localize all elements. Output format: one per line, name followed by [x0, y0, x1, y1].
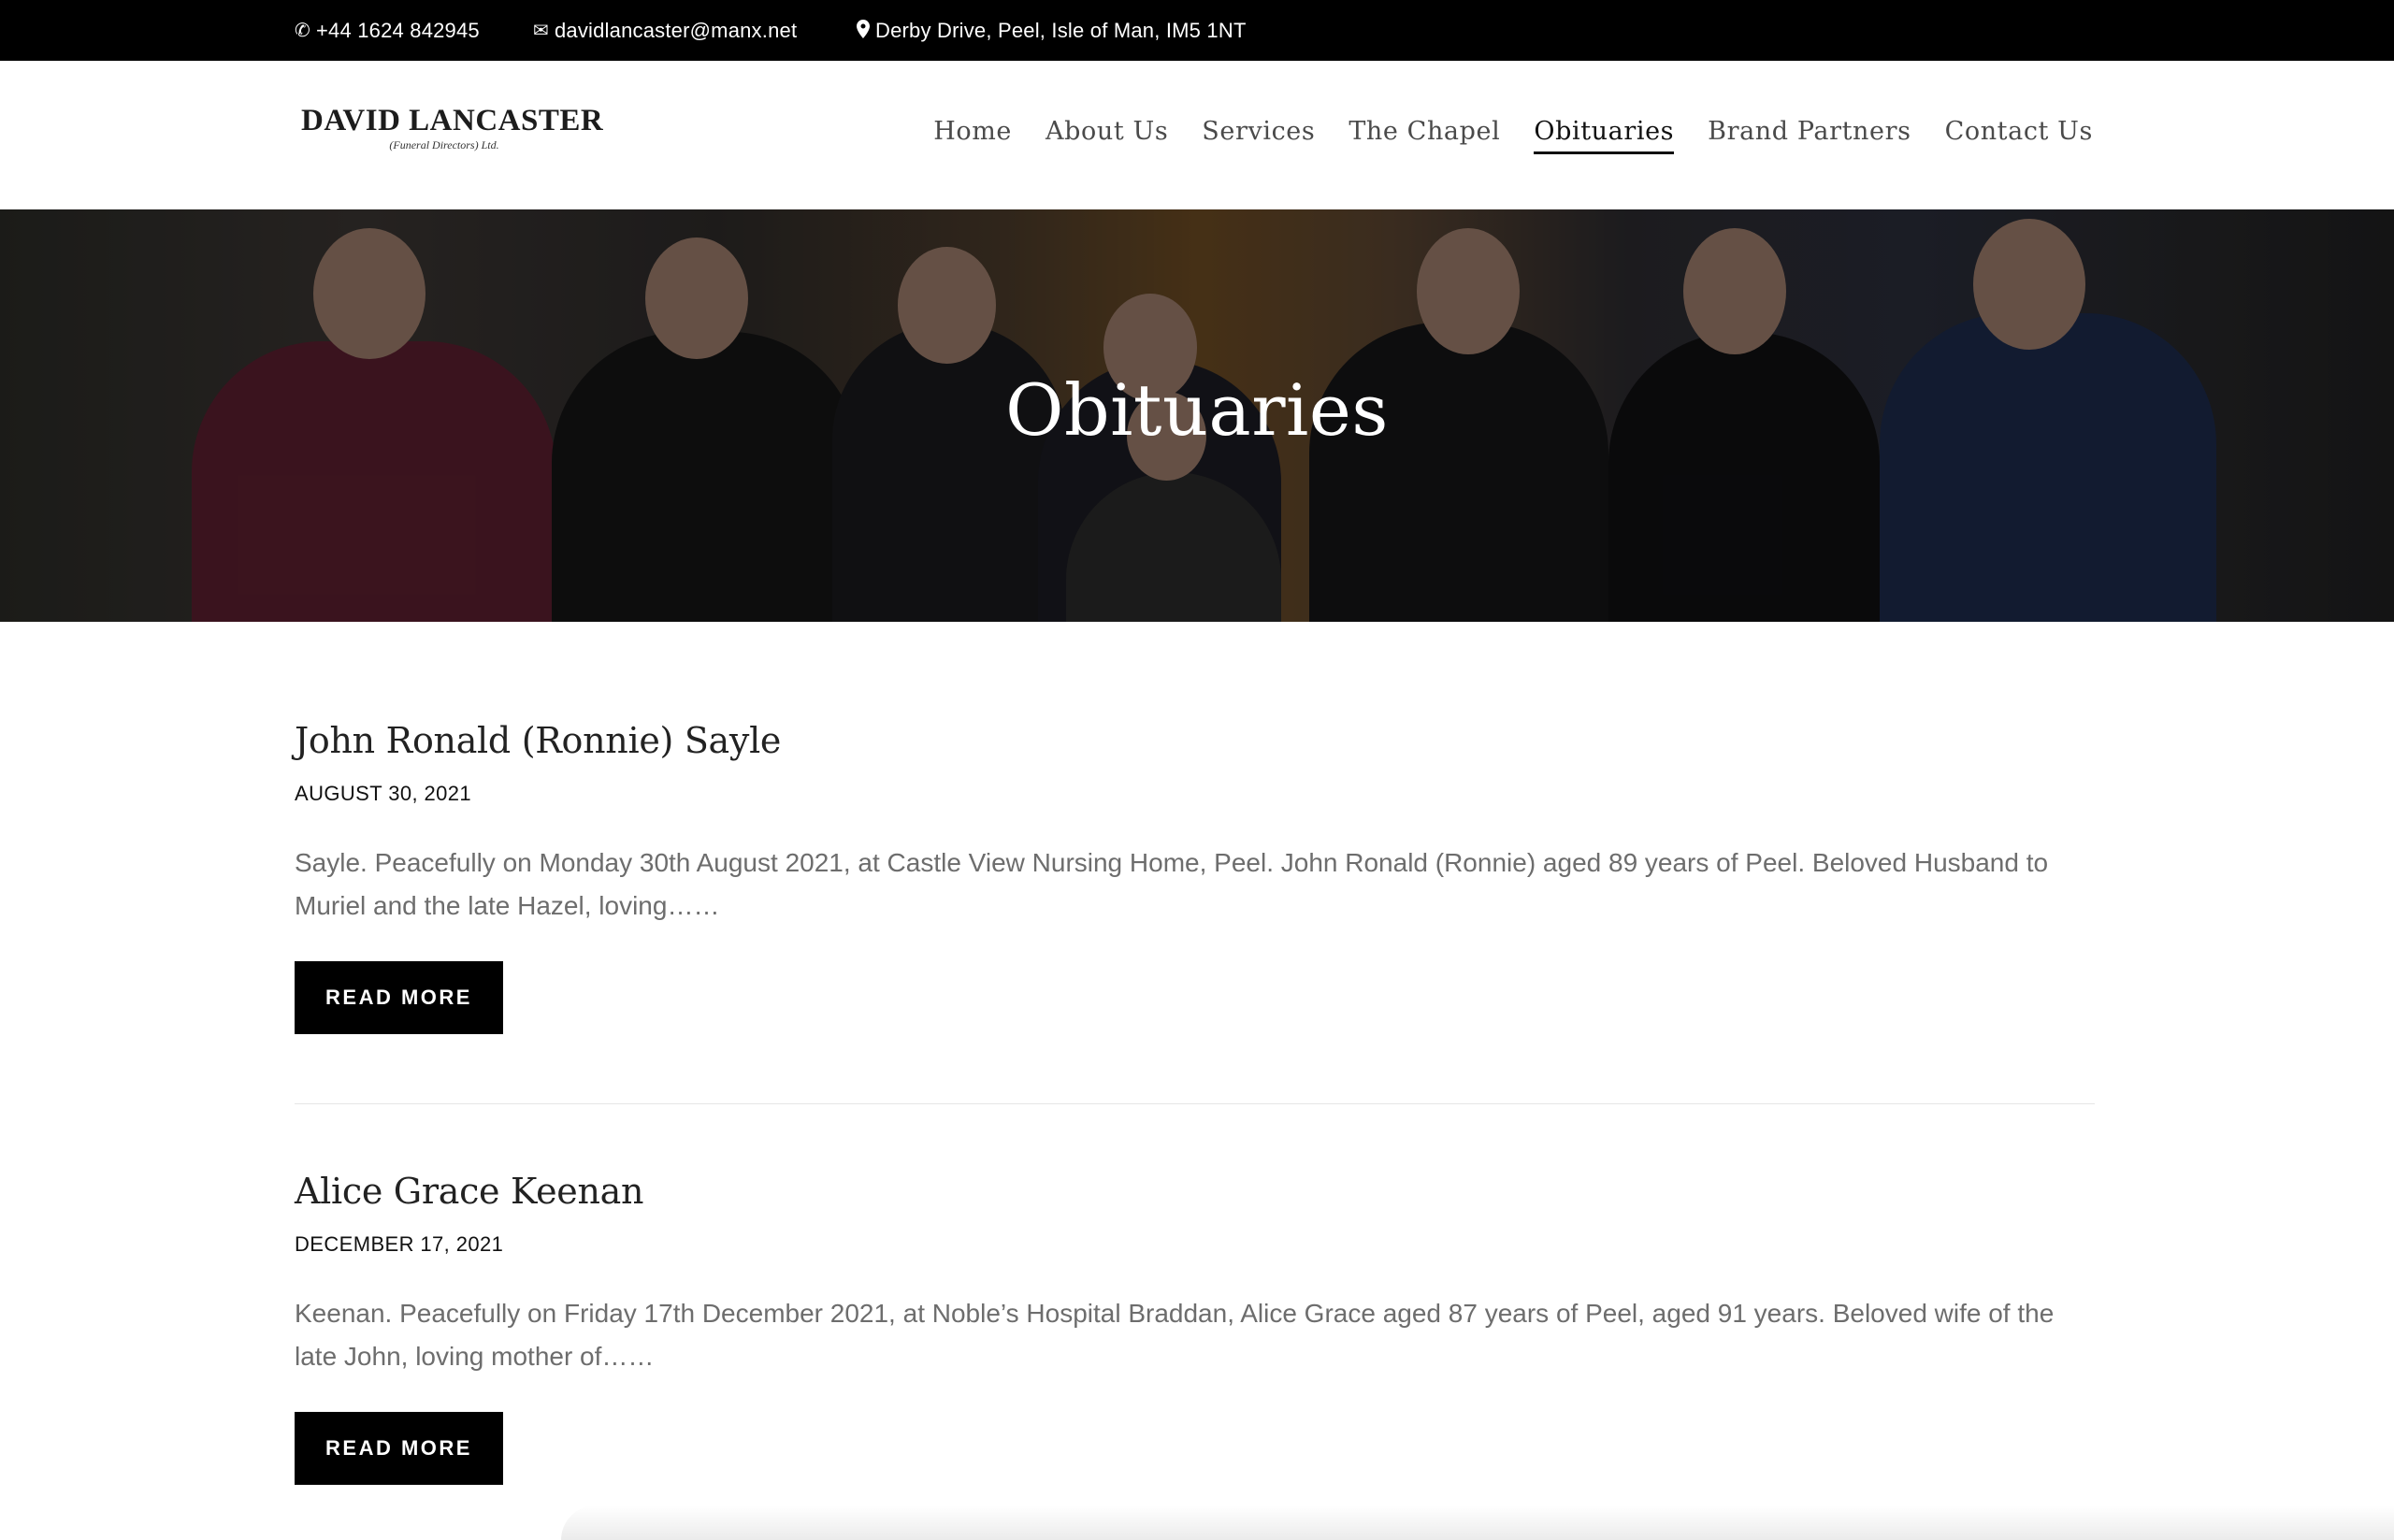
nav-item-contact-us[interactable]: Contact Us	[1945, 117, 2093, 154]
post-divider	[295, 1103, 2095, 1104]
contact-phone[interactable]: ✆ +44 1624 842945	[295, 0, 480, 61]
hero-banner: Obituaries	[0, 209, 2394, 622]
nav-item-the-chapel[interactable]: The Chapel	[1348, 117, 1500, 154]
contact-email[interactable]: ✉ davidlancaster@manx.net	[533, 0, 797, 61]
obituary-post: Alice Grace Keenan DECEMBER 17, 2021 Kee…	[295, 1171, 2095, 1485]
contact-address-text: Derby Drive, Peel, Isle of Man, IM5 1NT	[875, 18, 1247, 42]
contact-phone-text: +44 1624 842945	[315, 18, 480, 42]
logo-sub-text: (Funeral Directors) Ltd.	[389, 138, 499, 151]
contact-address: Derby Drive, Peel, Isle of Man, IM5 1NT	[857, 0, 1247, 61]
obituary-date: AUGUST 30, 2021	[295, 782, 472, 805]
main-nav: Home About Us Services The Chapel Obitua…	[900, 117, 2093, 154]
obituary-excerpt: Sayle. Peacefully on Monday 30th August …	[295, 848, 2049, 920]
page-title: Obituaries	[1005, 368, 1389, 452]
read-more-button[interactable]: READ MORE	[295, 1412, 503, 1485]
nav-item-services[interactable]: Services	[1202, 117, 1315, 154]
obituary-excerpt: Keenan. Peacefully on Friday 17th Decemb…	[295, 1299, 2055, 1371]
nav-item-obituaries[interactable]: Obituaries	[1534, 117, 1675, 154]
obituary-title[interactable]: Alice Grace Keenan	[295, 1171, 2095, 1212]
nav-item-brand-partners[interactable]: Brand Partners	[1708, 117, 1911, 154]
read-more-button[interactable]: READ MORE	[295, 961, 503, 1034]
top-contact-bar: ✆ +44 1624 842945 ✉ davidlancaster@manx.…	[0, 0, 2394, 61]
obituary-post: John Ronald (Ronnie) Sayle AUGUST 30, 20…	[295, 720, 2095, 1034]
nav-item-about-us[interactable]: About Us	[1046, 117, 1168, 154]
bottom-edge-shadow	[561, 1505, 2394, 1540]
phone-icon: ✆	[295, 20, 310, 41]
site-logo[interactable]: DAVID LANCASTER (Funeral Directors) Ltd.	[301, 104, 604, 152]
map-pin-icon	[857, 19, 870, 42]
contact-email-text: davidlancaster@manx.net	[554, 18, 798, 42]
obituary-title[interactable]: John Ronald (Ronnie) Sayle	[295, 720, 2095, 761]
site-header: DAVID LANCASTER (Funeral Directors) Ltd.…	[0, 61, 2394, 209]
logo-main-text: DAVID LANCASTER	[301, 104, 604, 137]
envelope-icon: ✉	[533, 20, 549, 41]
nav-item-home[interactable]: Home	[933, 117, 1012, 154]
obituary-date: DECEMBER 17, 2021	[295, 1232, 504, 1256]
